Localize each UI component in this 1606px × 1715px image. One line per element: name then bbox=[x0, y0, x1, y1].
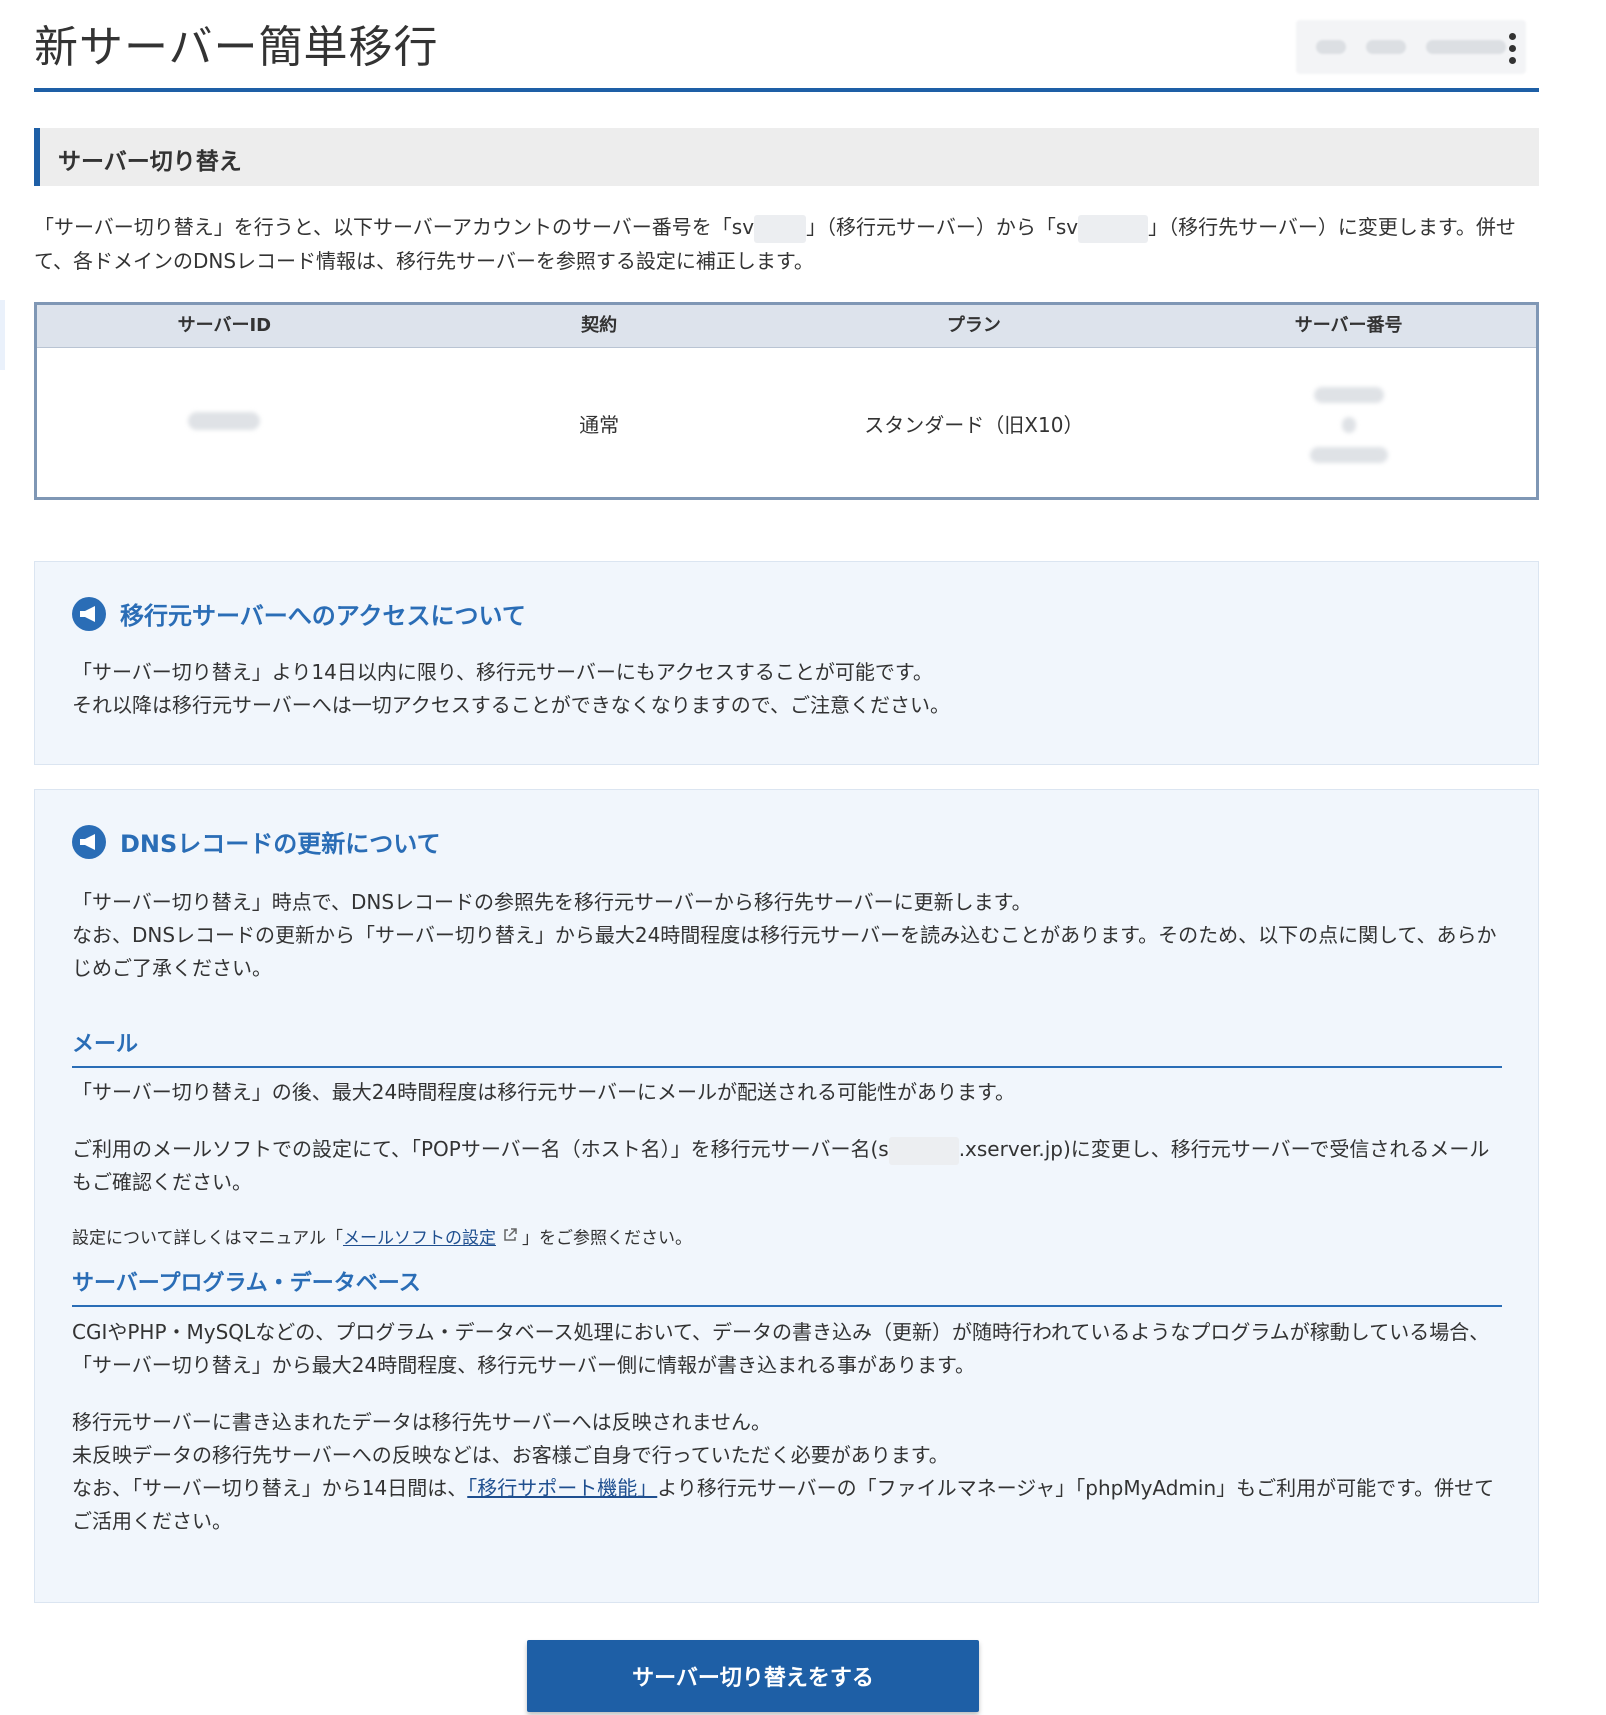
megaphone-icon bbox=[72, 596, 106, 631]
col-plan: プラン bbox=[946, 315, 1001, 336]
col-server-id: サーバーID bbox=[177, 315, 272, 336]
left-edge-marker bbox=[0, 300, 5, 370]
cell-server-id bbox=[37, 411, 412, 435]
intro-text: 「サーバー切り替え」を行うと、以下サーバーアカウントのサーバー番号を「sv 」（移… bbox=[34, 210, 1539, 278]
cell-server-number bbox=[1161, 384, 1536, 463]
notice-source-access-title: 移行元サーバーへのアクセスについて bbox=[72, 596, 526, 631]
program-text-1: CGIやPHP・MySQLなどの、プログラム・データベース処理において、データの… bbox=[72, 1320, 1490, 1377]
mail-text-2: ご利用のメールソフトでの設定にて、「POPサーバー名（ホスト名）」を移行元サーバ… bbox=[72, 1133, 1502, 1199]
page: 新サーバー簡単移行 サーバー切り替え 「サーバー切り替え」を行うと、以下サーバー… bbox=[34, 0, 1539, 1603]
mail-subheading: メール bbox=[72, 1026, 1502, 1068]
notice-dns-intro-2: なお、DNSレコードの更新から「サーバー切り替え」から最大24時間程度は移行元サ… bbox=[72, 923, 1497, 980]
program-text-2: 移行元サーバーに書き込まれたデータは移行先サーバーへは反映されません。 未反映デ… bbox=[72, 1406, 1502, 1538]
program-text-2a: 移行元サーバーに書き込まれたデータは移行先サーバーへは反映されません。 bbox=[72, 1410, 771, 1434]
notice-source-access-body: 「サーバー切り替え」より14日以内に限り、移行元サーバーにもアクセスすることが可… bbox=[72, 656, 1502, 722]
notice-source-access: 移行元サーバーへのアクセスについて 「サーバー切り替え」より14日以内に限り、移… bbox=[34, 561, 1539, 765]
cell-contract: 通常 bbox=[579, 412, 620, 437]
account-info-redacted bbox=[1296, 20, 1526, 74]
table-row: 通常 スタンダード（旧X10） bbox=[37, 348, 1536, 498]
table-header: サーバーID 契約 プラン サーバー番号 bbox=[37, 305, 1536, 348]
program-subheading: サーバープログラム・データベース bbox=[72, 1265, 1502, 1307]
program-support-prefix: なお、「サーバー切り替え」から14日間は、 bbox=[72, 1476, 468, 1500]
intro-part-1: 「サーバー切り替え」を行うと、以下サーバーアカウントのサーバー番号を「sv bbox=[34, 215, 755, 239]
redacted-server-id bbox=[188, 412, 261, 430]
notice-dns-title: DNSレコードの更新について bbox=[72, 824, 441, 859]
notice-dns-update: DNSレコードの更新について 「サーバー切り替え」時点で、DNSレコードの参照先… bbox=[34, 789, 1539, 1603]
mail-software-manual-link[interactable]: メールソフトの設定 bbox=[343, 1229, 496, 1249]
program-text-2b: 未反映データの移行先サーバーへの反映などは、お客様ご自身で行っていただく必要があ… bbox=[72, 1443, 949, 1467]
mail-manual-prefix: 設定について詳しくはマニュアル「 bbox=[72, 1228, 343, 1249]
mail-manual-note: 設定について詳しくはマニュアル「メールソフトの設定 」をご参照ください。 bbox=[72, 1222, 1502, 1256]
notice-dns-heading: DNSレコードの更新について bbox=[120, 830, 441, 858]
mail-text-1: 「サーバー切り替え」の後、最大24時間程度は移行元サーバーにメールが配送される可… bbox=[72, 1080, 1016, 1104]
page-title: 新サーバー簡単移行 bbox=[34, 22, 439, 73]
notice-source-access-line-1: 「サーバー切り替え」より14日以内に限り、移行元サーバーにもアクセスすることが可… bbox=[72, 660, 933, 684]
program-text-2c: なお、「サーバー切り替え」から14日間は、「移行サポート機能」より移行元サーバー… bbox=[72, 1472, 1502, 1538]
external-link-icon bbox=[502, 1222, 518, 1255]
redacted-server-number bbox=[1309, 386, 1388, 463]
intro-part-2: 」（移行元サーバー）から「sv bbox=[806, 215, 1079, 239]
page-header: 新サーバー簡単移行 bbox=[34, 0, 1539, 92]
mail-text-2a: ご利用のメールソフトでの設定にて、「POPサーバー名（ホスト名）」を移行元サーバ… bbox=[72, 1137, 889, 1161]
notice-dns-intro: 「サーバー切り替え」時点で、DNSレコードの参照先を移行元サーバーから移行先サー… bbox=[72, 886, 1502, 985]
section-heading: サーバー切り替え bbox=[34, 128, 1539, 186]
mail-manual-suffix: 」をご参照ください。 bbox=[521, 1228, 692, 1249]
notice-dns-intro-1: 「サーバー切り替え」時点で、DNSレコードの参照先を移行元サーバーから移行先サー… bbox=[72, 890, 1032, 914]
redacted-source-server bbox=[754, 214, 807, 243]
megaphone-icon bbox=[72, 824, 106, 859]
notice-source-access-heading: 移行元サーバーへのアクセスについて bbox=[120, 602, 526, 630]
col-server-number: サーバー番号 bbox=[1294, 315, 1403, 336]
redacted-host-name bbox=[888, 1136, 959, 1165]
migration-support-link[interactable]: 「移行サポート機能」 bbox=[467, 1476, 657, 1500]
more-menu-icon[interactable] bbox=[1500, 30, 1524, 70]
cell-plan: スタンダード（旧X10） bbox=[864, 412, 1084, 437]
col-contract: 契約 bbox=[581, 315, 618, 336]
notice-source-access-line-2: それ以降は移行元サーバーへは一切アクセスすることができなくなりますので、ご注意く… bbox=[72, 693, 950, 717]
section-title: サーバー切り替え bbox=[58, 149, 242, 175]
server-table: サーバーID 契約 プラン サーバー番号 通常 スタンダード（旧X10） bbox=[34, 302, 1539, 500]
redacted-destination-server bbox=[1078, 214, 1149, 243]
server-switch-button[interactable]: サーバー切り替えをする bbox=[527, 1640, 979, 1712]
